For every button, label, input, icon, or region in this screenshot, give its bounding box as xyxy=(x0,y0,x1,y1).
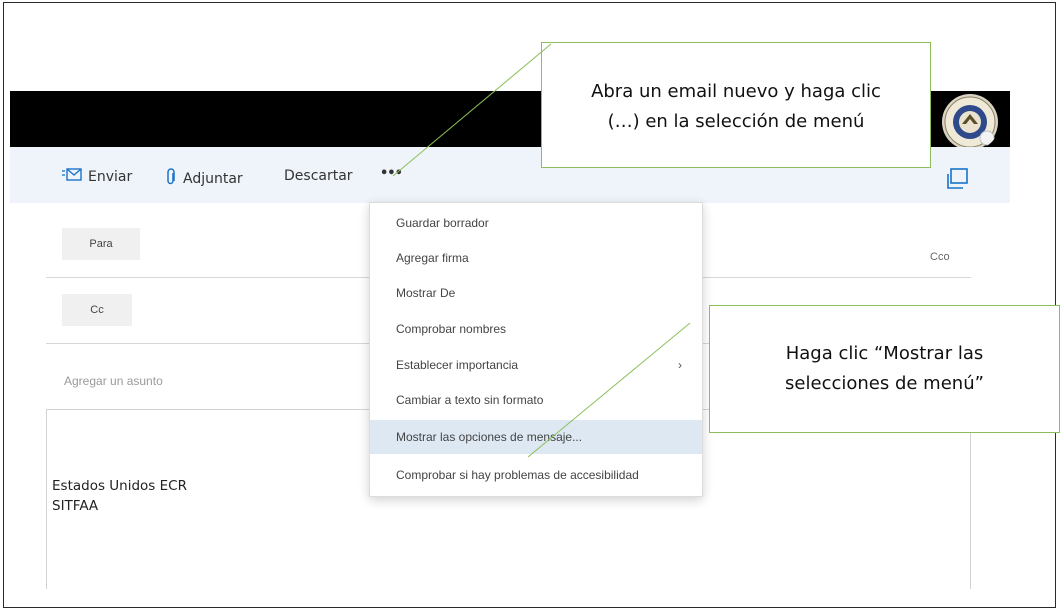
discard-label: Descartar xyxy=(284,168,353,184)
cc-button[interactable]: Cc xyxy=(62,294,132,326)
signature-line-2: SITFAA xyxy=(52,498,99,514)
menu-item-label: Comprobar nombres xyxy=(396,322,507,336)
callout-1-line-2: (…) en la selección de menú xyxy=(607,111,865,132)
subject-input[interactable]: Agregar un asunto xyxy=(64,374,163,388)
more-options-button[interactable]: ••• xyxy=(380,166,403,181)
menu-item-show-from[interactable]: Mostrar De xyxy=(370,276,702,310)
callout-open-email: Abra un email nuevo y haga clic (…) en l… xyxy=(541,42,931,168)
more-options-label: ••• xyxy=(380,166,403,181)
menu-item-message-options[interactable]: Mostrar las opciones de mensaje... xyxy=(370,420,702,454)
chevron-right-icon: › xyxy=(678,358,682,372)
menu-item-label: Mostrar De xyxy=(396,286,456,300)
envelope-send-icon xyxy=(62,168,82,186)
bcc-button[interactable]: Cco xyxy=(930,251,950,263)
menu-item-label: Cambiar a texto sin formato xyxy=(396,393,544,407)
paperclip-icon xyxy=(165,168,177,190)
discard-button[interactable]: Descartar xyxy=(284,168,353,184)
callout-2-line-1: Haga clic “Mostrar las xyxy=(785,343,984,364)
menu-item-save-draft[interactable]: Guardar borrador xyxy=(370,206,702,240)
avatar[interactable] xyxy=(940,93,1000,151)
menu-item-label: Establecer importancia xyxy=(396,358,519,372)
send-label: Enviar xyxy=(88,169,133,185)
menu-item-plain-text[interactable]: Cambiar a texto sin formato xyxy=(370,383,702,417)
seal-icon xyxy=(942,94,998,150)
signature: Estados Unidos ECR SITFAA xyxy=(52,476,187,516)
popout-window-icon xyxy=(947,168,968,189)
menu-item-check-accessibility[interactable]: Comprobar si hay problemas de accesibili… xyxy=(370,458,702,492)
to-button[interactable]: Para xyxy=(62,228,140,260)
callout-show-options: Haga clic “Mostrar las selecciones de me… xyxy=(709,305,1060,433)
menu-item-check-names[interactable]: Comprobar nombres xyxy=(370,312,702,346)
popout-button[interactable] xyxy=(945,168,969,190)
attach-label: Adjuntar xyxy=(183,171,243,187)
send-button[interactable]: Enviar xyxy=(62,168,132,186)
callout-2-line-2: selecciones de menú” xyxy=(785,373,984,394)
menu-item-add-signature[interactable]: Agregar firma xyxy=(370,241,702,275)
menu-item-label: Comprobar si hay problemas de accesibili… xyxy=(396,468,639,482)
menu-item-set-importance[interactable]: Establecer importancia › xyxy=(370,348,702,382)
menu-item-label: Guardar borrador xyxy=(396,216,489,230)
signature-line-1: Estados Unidos ECR xyxy=(52,478,187,494)
menu-item-label: Agregar firma xyxy=(396,251,469,265)
attach-button[interactable]: Adjuntar xyxy=(165,168,243,190)
menu-item-label: Mostrar las opciones de mensaje... xyxy=(396,430,583,444)
more-options-menu: Guardar borrador Agregar firma Mostrar D… xyxy=(369,202,703,497)
callout-1-line-1: Abra un email nuevo y haga clic xyxy=(591,81,881,102)
